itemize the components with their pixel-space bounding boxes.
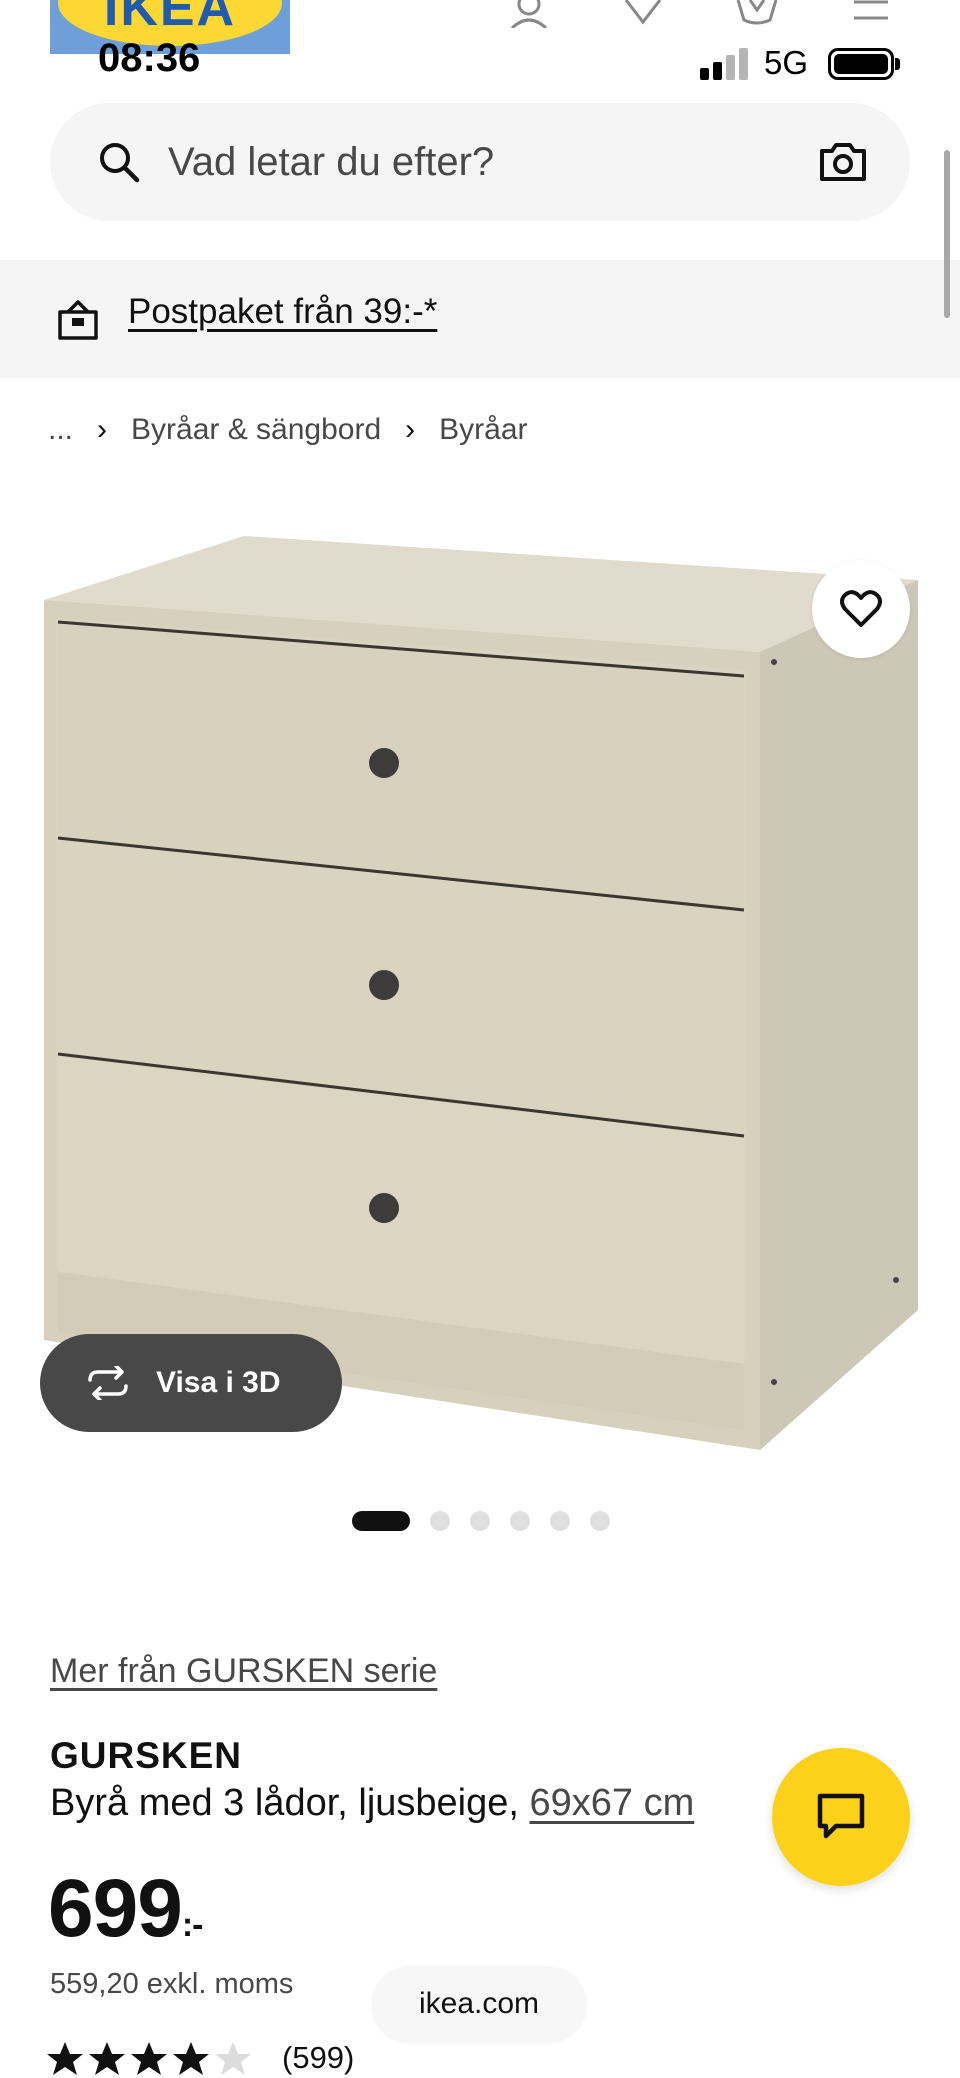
search-input[interactable] [168, 133, 768, 191]
menu-icon[interactable] [846, 0, 896, 28]
chevron-right-icon: › [405, 413, 416, 446]
star-filled-icon [47, 2042, 83, 2075]
price-suffix: :- [181, 1906, 204, 1944]
browser-url-label: ikea.com [418, 1987, 540, 2020]
view-in-3d-label: Visa i 3D [156, 1366, 281, 1399]
search-icon[interactable] [96, 139, 142, 185]
breadcrumb-link-dressers-nightstands[interactable]: Byråar & sängbord [131, 413, 381, 447]
search-bar[interactable] [50, 103, 910, 221]
page-scrollbar[interactable] [944, 150, 950, 318]
star-filled-icon [173, 2042, 209, 2075]
parcel-icon [58, 300, 98, 340]
rating-stars[interactable] [46, 2040, 252, 2078]
status-time: 08:36 [98, 36, 201, 80]
shipping-link[interactable]: Postpaket från 39:-* [128, 292, 437, 332]
image-carousel-dots [352, 1510, 610, 1532]
carousel-dot[interactable] [430, 1511, 450, 1531]
profile-icon[interactable] [504, 0, 554, 28]
battery-icon [828, 48, 894, 80]
breadcrumb: ... › Byråar & sängbord › Byråar [48, 410, 528, 450]
rating-count[interactable]: (599) [282, 2040, 354, 2076]
star-filled-icon [131, 2042, 167, 2075]
battery-cap [895, 58, 900, 70]
heart-icon [840, 590, 882, 627]
carousel-dot-active[interactable] [352, 1511, 410, 1531]
product-price: 699:- [48, 1862, 204, 1956]
product-name: GURSKEN [50, 1735, 243, 1776]
chat-button[interactable] [772, 1748, 910, 1886]
product-image[interactable] [0, 500, 960, 1480]
product-dimensions-link[interactable]: 69x67 cm [530, 1782, 695, 1824]
carousel-dot[interactable] [590, 1511, 610, 1531]
chevron-right-icon: › [97, 413, 108, 446]
price-main: 699 [48, 1863, 183, 1954]
cart-icon[interactable] [732, 0, 782, 28]
header-icons [504, 0, 896, 28]
network-label: 5G [764, 44, 809, 81]
star-empty-icon [215, 2042, 251, 2075]
product-description-text: Byrå med 3 lådor, ljusbeige, [50, 1782, 530, 1824]
favorites-icon[interactable] [618, 0, 668, 28]
carousel-dot[interactable] [550, 1511, 570, 1531]
rotate-3d-icon [88, 1366, 128, 1400]
favorite-button[interactable] [812, 560, 910, 658]
camera-icon[interactable] [818, 141, 868, 183]
logo-text: IKEA [103, 0, 237, 37]
series-link[interactable]: Mer från GURSKEN serie [50, 1652, 437, 1691]
product-description: Byrå med 3 lådor, ljusbeige, 69x67 cm [50, 1782, 694, 1825]
breadcrumb-link-dressers[interactable]: Byråar [439, 413, 527, 447]
browser-url-bar[interactable]: ikea.com [372, 1966, 586, 2042]
top-bar: IKEA 08:36 5G [0, 0, 960, 96]
carousel-dot[interactable] [470, 1511, 490, 1531]
carousel-dot[interactable] [510, 1511, 530, 1531]
shipping-banner: Postpaket från 39:-* [0, 260, 960, 378]
signal-icon [700, 46, 750, 80]
view-in-3d-button[interactable]: Visa i 3D [40, 1334, 342, 1432]
chat-bubble-icon [817, 1793, 865, 1839]
price-excl-vat: 559,20 exkl. moms [50, 1968, 294, 2000]
star-filled-icon [89, 2042, 125, 2075]
breadcrumb-ellipsis[interactable]: ... [48, 413, 73, 447]
